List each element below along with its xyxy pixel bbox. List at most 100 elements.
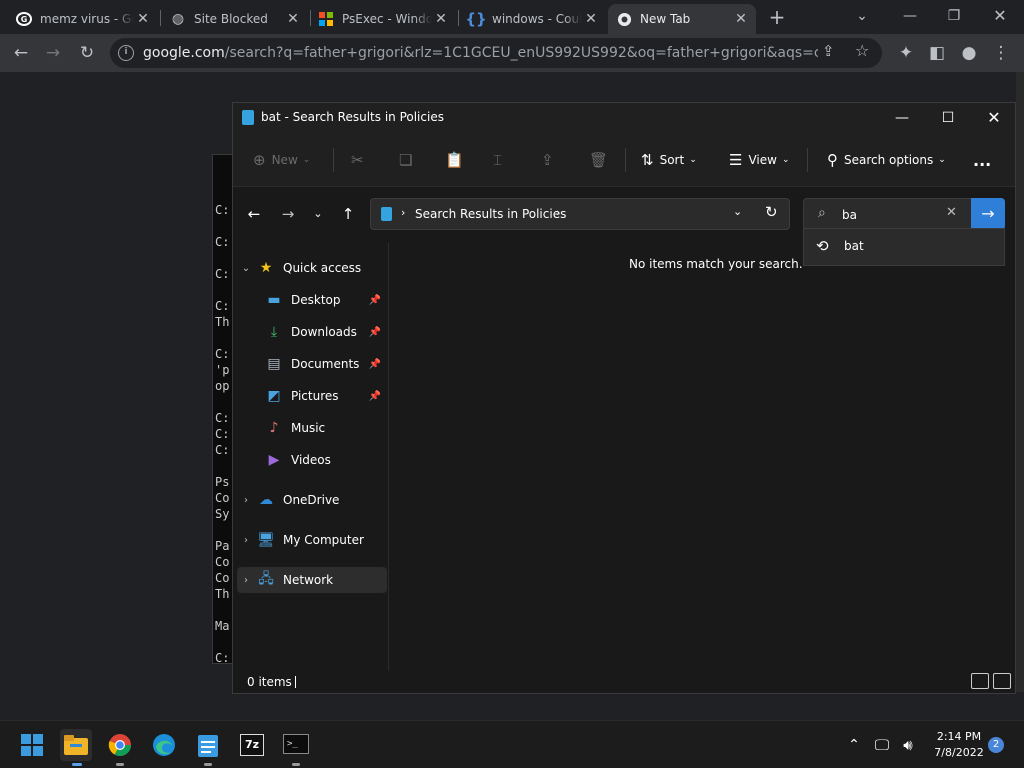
- new-button[interactable]: ⊕ New ⌄: [253, 149, 310, 171]
- search-suggestion[interactable]: ⟲ bat: [803, 228, 1005, 266]
- running-app-indicator: [292, 763, 300, 766]
- notepad-taskbar-icon[interactable]: [192, 729, 224, 761]
- close-window-icon[interactable]: ✕: [980, 4, 1020, 28]
- share-icon[interactable]: ⇪: [822, 42, 835, 60]
- breadcrumb[interactable]: Search Results in Policies: [415, 207, 566, 221]
- command-separator: [625, 148, 626, 172]
- explorer-address-bar[interactable]: › Search Results in Policies › ⌄ ↻: [370, 198, 790, 230]
- large-icons-view-icon[interactable]: [993, 673, 1011, 689]
- expand-chevron-icon[interactable]: ›: [237, 535, 255, 546]
- browser-tab[interactable]: {} windows - Coul ✕: [460, 4, 606, 34]
- paste-button[interactable]: 📋: [445, 149, 470, 171]
- running-app-indicator: [204, 763, 212, 766]
- terminal-line: C:: [215, 267, 230, 281]
- address-bar[interactable]: i google.com/search?q=father+grigori&rlz…: [110, 38, 882, 68]
- tab-search-icon[interactable]: ⌄: [842, 4, 882, 28]
- cloud-icon: ☁: [259, 492, 273, 508]
- show-hidden-icons-chevron-icon[interactable]: ⌃: [840, 729, 868, 761]
- nav-item-desktop[interactable]: ▬ Desktop 📌: [237, 287, 387, 313]
- expand-chevron-icon[interactable]: ›: [237, 575, 255, 586]
- extensions-icon[interactable]: ✦: [893, 40, 919, 66]
- expand-chevron-icon[interactable]: ⌄: [237, 263, 255, 274]
- nav-item-network[interactable]: › 🖧 Network: [237, 567, 387, 593]
- minimize-icon[interactable]: —: [890, 4, 930, 28]
- nav-item-my-computer[interactable]: › 🖥 My Computer: [237, 527, 387, 553]
- close-icon[interactable]: ✕: [432, 11, 450, 27]
- terminal-taskbar-icon[interactable]: >_: [280, 729, 312, 761]
- volume-icon[interactable]: 🔊︎: [894, 729, 922, 761]
- tab-separator: [458, 10, 459, 26]
- search-submit-button[interactable]: →: [971, 198, 1005, 230]
- search-input[interactable]: [842, 205, 942, 225]
- site-info-icon[interactable]: i: [118, 45, 134, 61]
- nav-item-label: Quick access: [283, 261, 362, 275]
- rename-button[interactable]: ⌶: [493, 149, 508, 171]
- music-icon: ♪: [269, 420, 279, 436]
- terminal-line: C:: [215, 347, 230, 361]
- nav-item-videos[interactable]: ▶ Videos: [237, 447, 387, 473]
- edge-taskbar-icon[interactable]: [148, 729, 180, 761]
- copy-button[interactable]: ❏: [399, 149, 418, 171]
- breadcrumb-chevron-icon[interactable]: ›: [556, 206, 560, 219]
- profile-icon[interactable]: ●: [956, 40, 982, 66]
- network-status-icon[interactable]: 🖵: [868, 729, 896, 761]
- maximize-button[interactable]: ☐: [925, 103, 971, 133]
- close-button[interactable]: ✕: [971, 103, 1017, 133]
- notification-badge[interactable]: 2: [988, 737, 1004, 753]
- taskbar-clock[interactable]: 2:14 PM 7/8/2022: [930, 729, 988, 761]
- nav-item-documents[interactable]: ▤ Documents 📌: [237, 351, 387, 377]
- file-explorer-taskbar-icon[interactable]: [60, 729, 92, 761]
- minimize-button[interactable]: —: [879, 103, 925, 133]
- close-icon[interactable]: ✕: [134, 11, 152, 27]
- clock-date: 7/8/2022: [934, 746, 984, 759]
- terminal-line: C:: [215, 203, 230, 217]
- cut-button[interactable]: ✂: [351, 149, 370, 171]
- browser-tab[interactable]: ◍ Site Blocked ✕: [162, 4, 308, 34]
- browser-tab[interactable]: PsExec - Windo ✕: [310, 4, 456, 34]
- nav-item-downloads[interactable]: ⤓ Downloads 📌: [237, 319, 387, 345]
- address-history-chevron-icon[interactable]: ⌄: [733, 205, 742, 218]
- more-options-button[interactable]: ...: [973, 149, 991, 171]
- restore-icon[interactable]: ❐: [934, 4, 974, 28]
- nav-item-music[interactable]: ♪ Music: [237, 415, 387, 441]
- menu-kebab-icon[interactable]: ⋮: [988, 40, 1014, 66]
- side-panel-icon[interactable]: ◧: [924, 40, 950, 66]
- close-icon[interactable]: ✕: [582, 11, 600, 27]
- browser-tab-active[interactable]: New Tab ✕: [608, 4, 756, 34]
- nav-item-pictures[interactable]: ◩ Pictures 📌: [237, 383, 387, 409]
- refresh-icon[interactable]: ↻: [765, 203, 778, 221]
- start-windows-icon[interactable]: [16, 729, 48, 761]
- bookmark-star-icon[interactable]: ☆: [855, 41, 869, 60]
- back-arrow-icon[interactable]: ←: [243, 203, 265, 225]
- search-options-button[interactable]: ⚲ Search options ⌄: [827, 149, 946, 171]
- close-icon[interactable]: ✕: [732, 11, 750, 27]
- details-view-icon[interactable]: [971, 673, 989, 689]
- reload-icon[interactable]: ↻: [74, 40, 100, 66]
- chevron-down-icon: ⌄: [689, 155, 697, 165]
- browser-tab[interactable]: G memz virus - Go ✕: [8, 4, 158, 34]
- up-arrow-icon[interactable]: ↑: [337, 203, 359, 225]
- share-button[interactable]: ⇪: [541, 149, 560, 171]
- sort-button[interactable]: ⇅ Sort ⌄: [641, 149, 697, 171]
- view-button[interactable]: ☰ View ⌄: [729, 149, 789, 171]
- 7zip-taskbar-icon[interactable]: 7z: [236, 729, 268, 761]
- google-icon: G: [16, 12, 32, 26]
- computer-icon: 🖥: [257, 532, 275, 548]
- new-tab-button[interactable]: +: [766, 6, 788, 28]
- page-scrollbar[interactable]: [1016, 72, 1024, 692]
- forward-icon[interactable]: →: [40, 40, 66, 66]
- recent-locations-chevron-icon[interactable]: ⌄: [307, 203, 329, 225]
- delete-button[interactable]: 🗑: [589, 149, 614, 171]
- back-icon[interactable]: ←: [8, 40, 34, 66]
- nav-item-onedrive[interactable]: › ☁ OneDrive: [237, 487, 387, 513]
- close-icon[interactable]: ✕: [284, 11, 302, 27]
- expand-chevron-icon[interactable]: ›: [237, 495, 255, 506]
- forward-arrow-icon[interactable]: →: [277, 203, 299, 225]
- explorer-titlebar[interactable]: bat - Search Results in Policies — ☐ ✕: [233, 103, 1015, 133]
- explorer-search-box[interactable]: ⌕ ✕ →: [803, 198, 1005, 230]
- clear-search-icon[interactable]: ✕: [946, 205, 957, 220]
- document-icon: ▤: [267, 356, 281, 372]
- browser-tab-title: memz virus - Go: [40, 12, 134, 26]
- chrome-taskbar-icon[interactable]: [104, 729, 136, 761]
- nav-item-quick-access[interactable]: ⌄ ★ Quick access: [237, 255, 387, 281]
